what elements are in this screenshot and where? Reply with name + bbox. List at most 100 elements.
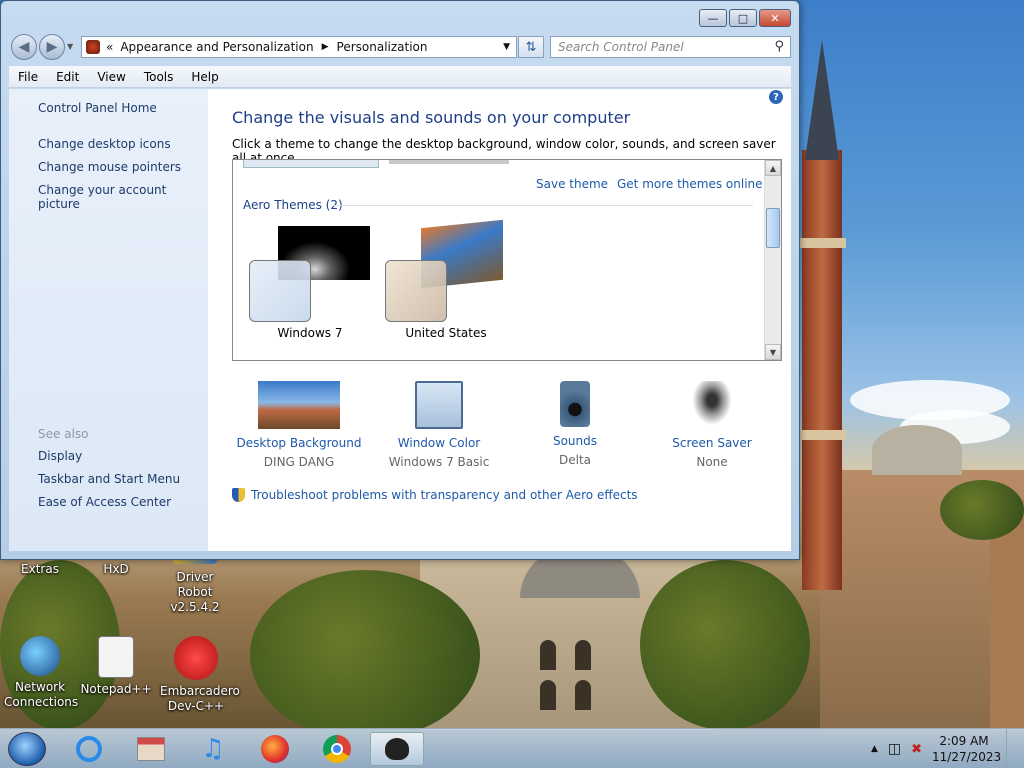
help-icon[interactable]: ? — [769, 90, 783, 104]
display-link[interactable]: Display — [38, 449, 82, 463]
setting-label[interactable]: Window Color — [369, 436, 509, 450]
breadcrumb-overflow[interactable]: « — [106, 40, 113, 54]
window-color-icon — [415, 381, 463, 429]
setting-value: None — [696, 455, 728, 469]
devcpp-icon — [174, 636, 218, 680]
show-hidden-icons-icon[interactable]: ▲ — [871, 744, 878, 754]
desktop-icon-notepad-plus-plus[interactable]: Notepad++ — [76, 636, 156, 697]
show-desktop-button[interactable] — [1006, 729, 1016, 768]
music-icon[interactable]: ♫ — [186, 732, 240, 766]
themes-scrollbar[interactable]: ▲ ▼ — [764, 160, 781, 360]
system-tray: ▲ ◫ ✖ 2:09 AM 11/27/2023 — [871, 729, 1016, 768]
desktop-icon-devcpp[interactable]: Embarcadero Dev-C++ — [154, 636, 240, 714]
window-controls: — □ ✕ — [699, 9, 791, 27]
clock[interactable]: 2:09 AM 11/27/2023 — [932, 733, 1002, 765]
back-button[interactable]: ◀ — [11, 34, 37, 60]
shield-icon — [232, 488, 245, 502]
scrolled-theme-thumbnail[interactable] — [389, 160, 509, 164]
change-desktop-icons-link[interactable]: Change desktop icons — [38, 137, 171, 151]
desktop-icon-label: Network Connections — [4, 680, 79, 709]
clock-date: 11/27/2023 — [932, 750, 1002, 764]
desktop-icon-label: Driver Robot v2.5.4.2 — [170, 570, 220, 614]
address-bar[interactable]: « Appearance and Personalization ▶ Perso… — [81, 36, 517, 58]
window-color-setting[interactable]: Window Color Windows 7 Basic — [369, 381, 509, 469]
breadcrumb-personalization[interactable]: Personalization — [337, 40, 428, 54]
setting-label[interactable]: Screen Saver — [642, 436, 782, 450]
taskbar: ♫ ▲ ◫ ✖ 2:09 AM 11/27/2023 — [0, 728, 1024, 768]
search-input[interactable]: Search Control Panel ⚲ — [550, 36, 791, 58]
setting-label[interactable]: Sounds — [505, 434, 645, 448]
change-account-picture-link[interactable]: Change your account picture — [38, 183, 208, 211]
control-panel-home-link[interactable]: Control Panel Home — [38, 101, 157, 115]
network-icon — [20, 636, 60, 676]
task-pane: Control Panel Home Change desktop icons … — [9, 89, 208, 551]
theme-name: United States — [405, 326, 487, 340]
search-icon[interactable]: ⚲ — [774, 39, 784, 54]
menu-view[interactable]: View — [88, 70, 134, 84]
volume-muted-icon[interactable]: ✖ — [911, 742, 922, 757]
ease-of-access-link[interactable]: Ease of Access Center — [38, 495, 171, 509]
internet-explorer-icon[interactable] — [62, 732, 116, 766]
scrollbar-thumb[interactable] — [766, 208, 780, 248]
troubleshoot-link[interactable]: Troubleshoot problems with transparency … — [232, 488, 638, 502]
desktop-icon-network-connections[interactable]: Network Connections — [0, 636, 80, 710]
group-divider — [333, 205, 753, 206]
change-mouse-pointers-link[interactable]: Change mouse pointers — [38, 160, 181, 174]
setting-label[interactable]: Desktop Background — [229, 436, 369, 450]
desktop-background-setting[interactable]: Desktop Background DING DANG — [229, 381, 369, 469]
breadcrumb-appearance[interactable]: Appearance and Personalization — [120, 40, 313, 54]
clock-time: 2:09 AM — [939, 734, 989, 748]
main-content: ? Change the visuals and sounds on your … — [208, 89, 791, 551]
themes-list: Save theme Get more themes online Aero T… — [232, 159, 782, 361]
screen-saver-setting[interactable]: Screen Saver None — [642, 381, 782, 469]
desktop-icon-hxd[interactable]: HxD — [76, 562, 156, 577]
control-panel-icon — [86, 40, 100, 54]
speaker-icon — [560, 381, 590, 427]
menu-help[interactable]: Help — [182, 70, 227, 84]
desktop-icon-extras[interactable]: Extras — [0, 562, 80, 577]
refresh-button[interactable]: ⇅ — [518, 36, 544, 58]
scroll-up-arrow-icon[interactable]: ▲ — [765, 160, 781, 176]
desktop-icon-driver-robot[interactable]: Driver Robot v2.5.4.2 — [150, 548, 240, 615]
desktop-icon-label: Embarcadero Dev-C++ — [160, 684, 240, 713]
maximize-button[interactable]: □ — [729, 9, 757, 27]
paint-brush-icon[interactable] — [370, 732, 424, 766]
windows-7-color-swatch — [249, 260, 311, 322]
network-status-icon[interactable]: ◫ — [888, 741, 901, 757]
search-placeholder: Search Control Panel — [558, 40, 684, 54]
close-button[interactable]: ✕ — [759, 9, 791, 27]
save-theme-link[interactable]: Save theme — [536, 177, 608, 191]
page-title: Change the visuals and sounds on your co… — [232, 108, 631, 127]
desktop-icon-label: Extras — [21, 562, 59, 576]
desktop-background-thumbnail — [258, 381, 340, 429]
troubleshoot-label[interactable]: Troubleshoot problems with transparency … — [251, 488, 638, 502]
menu-tools[interactable]: Tools — [135, 70, 183, 84]
setting-value: Windows 7 Basic — [388, 455, 490, 469]
united-states-color-swatch — [385, 260, 447, 322]
firefox-icon[interactable] — [248, 732, 302, 766]
setting-value: Delta — [558, 453, 591, 467]
aero-themes-group-label: Aero Themes (2) — [243, 198, 343, 212]
theme-name: Windows 7 — [277, 326, 343, 340]
chrome-icon[interactable] — [310, 732, 364, 766]
get-more-themes-link[interactable]: Get more themes online — [617, 177, 763, 191]
taskbar-start-menu-link[interactable]: Taskbar and Start Menu — [38, 472, 180, 486]
setting-value: DING DANG — [263, 455, 335, 469]
menu-edit[interactable]: Edit — [47, 70, 88, 84]
breadcrumb-separator-icon[interactable]: ▶ — [322, 42, 329, 52]
window-client-area: Control Panel Home Change desktop icons … — [9, 89, 791, 551]
start-button[interactable] — [8, 732, 46, 766]
scrolled-theme-thumbnail[interactable] — [243, 160, 379, 168]
menu-file[interactable]: File — [9, 70, 47, 84]
store-icon[interactable] — [124, 732, 178, 766]
screen-saver-icon — [689, 381, 735, 429]
address-dropdown-icon[interactable]: ▼ — [503, 42, 510, 52]
recent-pages-dropdown[interactable]: ▼ — [67, 42, 73, 51]
theme-windows-7[interactable]: Windows 7 — [245, 226, 375, 346]
forward-button[interactable]: ▶ — [39, 34, 65, 60]
see-also-heading: See also — [38, 427, 89, 441]
sounds-setting[interactable]: Sounds Delta — [505, 381, 645, 467]
minimize-button[interactable]: — — [699, 9, 727, 27]
scroll-down-arrow-icon[interactable]: ▼ — [765, 344, 781, 360]
theme-united-states[interactable]: United States — [381, 219, 511, 346]
